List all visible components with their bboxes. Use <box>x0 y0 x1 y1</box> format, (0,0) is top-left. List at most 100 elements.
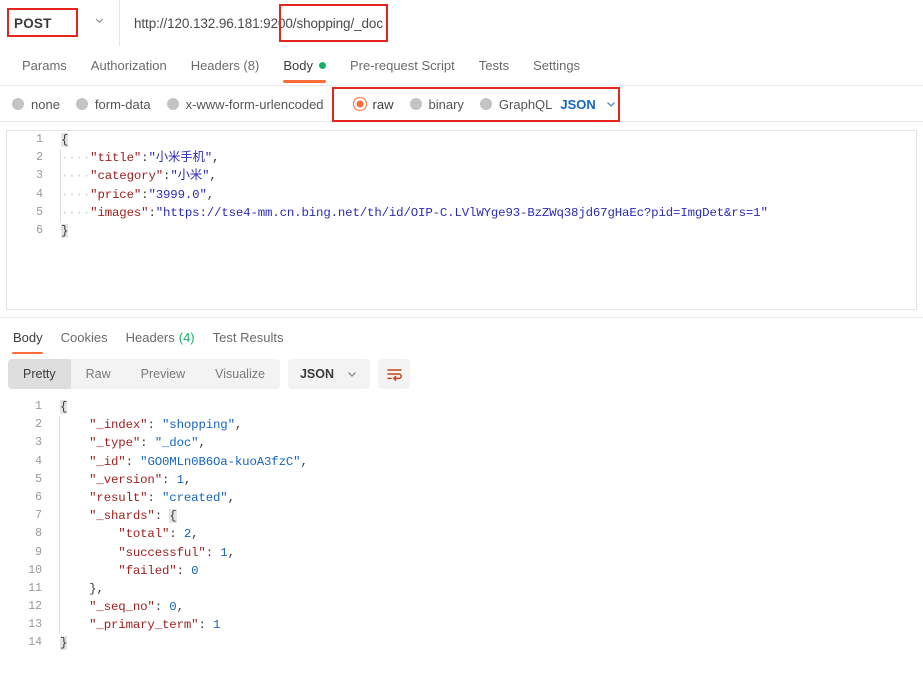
code-token: , <box>176 600 184 615</box>
response-format-dropdown[interactable]: JSON <box>287 359 370 389</box>
request-url-input[interactable]: http://120.132.96.181:9200/shopping/_doc <box>120 0 923 46</box>
response-headers-count: (4) <box>178 329 195 345</box>
body-type-none[interactable]: none <box>12 97 60 112</box>
response-body-editor[interactable]: 1{2 "_index": "shopping", 3 "_type": "_do… <box>6 398 917 682</box>
tab-authorization[interactable]: Authorization <box>79 46 179 86</box>
code-line-content: "successful": 1, <box>52 543 235 562</box>
code-line-row: 2 ····"title":"小米手机", <box>7 149 916 168</box>
code-line-content: "total": 2, <box>52 525 199 544</box>
code-line-row: 3 ····"category":"小米", <box>7 167 916 186</box>
radio-icon <box>409 98 422 110</box>
body-format-dropdown[interactable]: JSON <box>560 97 616 112</box>
body-type-x-www-form-urlencoded[interactable]: x-www-form-urlencoded <box>166 97 324 112</box>
tab-tests-label: Tests <box>478 58 510 73</box>
code-token: "_shards" <box>60 509 155 524</box>
response-view-visualize-label: Visualize <box>215 367 265 381</box>
line-number: 2 <box>36 151 43 165</box>
request-body-code[interactable]: 1{2 ····"title":"小米手机", 3 ····"category":"小… <box>7 131 916 240</box>
code-line-row: 6} <box>7 222 916 240</box>
code-token: , <box>191 527 199 542</box>
http-method-selector[interactable]: POST <box>0 0 120 46</box>
code-token: { <box>169 509 177 524</box>
tab-body[interactable]: Body <box>271 46 338 86</box>
radio-icon <box>12 98 24 110</box>
code-line-content: { <box>52 398 67 416</box>
code-line-content: "failed": 0 <box>52 561 199 581</box>
code-token: : <box>147 418 163 433</box>
code-line-row: 4 "_id": "GO0MLn0B6Oa-kuoA3fzC", <box>6 452 917 471</box>
code-token: : <box>198 618 214 633</box>
code-token: : <box>147 490 163 505</box>
code-line-content: "result": "created", <box>52 488 235 508</box>
response-tab-headers[interactable]: Headers (4) <box>117 320 204 354</box>
code-line-row: 6 "result": "created", <box>6 488 917 508</box>
body-type-binary[interactable]: binary <box>409 96 464 112</box>
response-body-code[interactable]: 1{2 "_index": "shopping", 3 "_type": "_do… <box>6 398 917 653</box>
code-line-content: "_seq_no": 0, <box>52 598 184 617</box>
code-token: , <box>212 151 220 166</box>
code-line-row: 4 ····"price":"3999.0", <box>7 185 916 204</box>
code-token: "_seq_no" <box>60 600 155 615</box>
response-view-preview[interactable]: Preview <box>126 359 200 389</box>
line-number: 13 <box>28 618 42 632</box>
code-token: "images" <box>90 205 149 220</box>
body-type-binary-label: binary <box>428 96 464 112</box>
body-type-graphql[interactable]: GraphQL <box>479 96 553 112</box>
request-url-bar: POST http://120.132.96.181:9200/shopping… <box>0 0 923 46</box>
response-view-pretty[interactable]: Pretty <box>8 359 71 389</box>
code-token: , <box>96 581 104 596</box>
code-token: "total" <box>60 527 170 542</box>
request-url-text: http://120.132.96.181:9200/shopping/_doc <box>134 15 383 31</box>
code-line-row: 12 "_seq_no": 0, <box>6 598 917 617</box>
code-token: : <box>154 600 170 615</box>
code-line-row: 14} <box>6 634 917 652</box>
line-number: 3 <box>35 436 42 450</box>
code-token: ···· <box>61 187 91 202</box>
code-line-content: }, <box>52 579 104 599</box>
body-modified-dot-icon <box>318 62 326 69</box>
code-token: "successful" <box>60 545 206 560</box>
response-tab-test-results[interactable]: Test Results <box>204 320 293 354</box>
tab-params-label: Params <box>22 58 67 73</box>
tab-tests[interactable]: Tests <box>467 46 521 86</box>
response-view-raw[interactable]: Raw <box>71 359 126 389</box>
response-tab-cookies[interactable]: Cookies <box>52 320 117 354</box>
body-type-graphql-label: GraphQL <box>498 96 553 112</box>
code-token: , <box>234 418 243 433</box>
line-number: 6 <box>35 490 42 504</box>
code-token: ···· <box>61 151 91 166</box>
code-token: , <box>227 545 235 560</box>
code-token: "created" <box>162 490 228 505</box>
code-token: "title" <box>90 151 142 166</box>
response-view-preview-label: Preview <box>140 367 186 381</box>
body-type-form-data[interactable]: form-data <box>75 97 151 112</box>
code-token: , <box>300 454 308 469</box>
code-line-content: { <box>53 131 68 149</box>
code-token: "小米手机" <box>148 151 212 166</box>
tab-headers[interactable]: Headers (8) <box>179 46 272 86</box>
response-tab-body[interactable]: Body <box>4 320 52 354</box>
code-line-row: 2 "_index": "shopping", <box>6 416 917 435</box>
line-number: 4 <box>36 187 43 201</box>
line-number: 1 <box>36 133 43 146</box>
tab-params[interactable]: Params <box>10 46 79 86</box>
code-line-row: 5 "_version": 1, <box>6 470 917 490</box>
tab-settings[interactable]: Settings <box>521 46 592 86</box>
word-wrap-toggle-button[interactable] <box>378 359 410 389</box>
code-line-content: ····"price":"3999.0", <box>53 185 214 204</box>
code-line-row: 9 "successful": 1, <box>6 543 917 562</box>
request-body-editor[interactable]: 1{2 ····"title":"小米手机", 3 ····"category":"小… <box>6 130 917 310</box>
chevron-down-icon <box>348 372 356 377</box>
code-line-content: ····"category":"小米", <box>53 167 217 186</box>
tab-pre-request-script[interactable]: Pre-request Script <box>338 46 467 86</box>
line-number: 11 <box>28 581 42 595</box>
response-view-visualize[interactable]: Visualize <box>200 359 280 389</box>
body-type-raw[interactable]: raw <box>353 97 394 112</box>
code-line-content: "_shards": { <box>52 507 177 526</box>
tab-headers-label: Headers (8) <box>190 58 260 73</box>
code-token: "price" <box>90 187 142 202</box>
response-tab-cookies-label: Cookies <box>60 329 108 345</box>
code-line-content: "_version": 1, <box>52 470 191 490</box>
line-number: 14 <box>28 636 42 650</box>
line-number: 2 <box>35 418 42 432</box>
